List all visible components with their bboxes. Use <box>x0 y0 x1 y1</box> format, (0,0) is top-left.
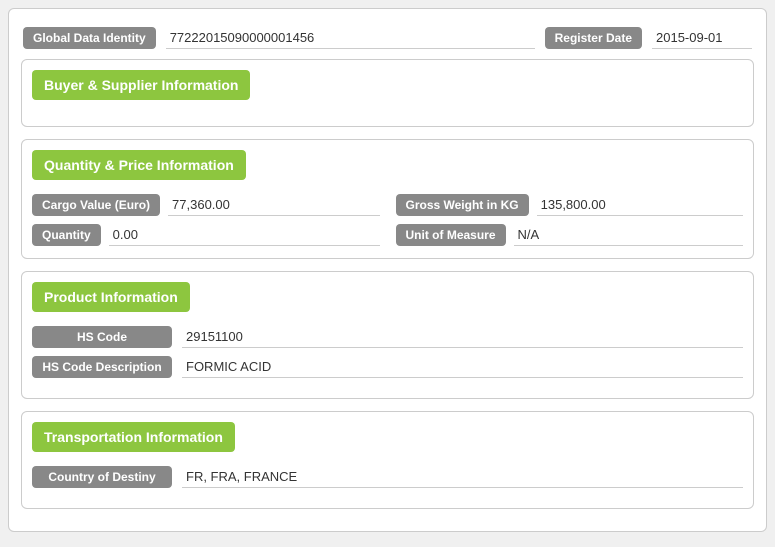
hs-desc-label: HS Code Description <box>32 356 172 378</box>
quantity-pair: Quantity 0.00 <box>32 224 380 246</box>
hs-code-label: HS Code <box>32 326 172 348</box>
quantity-price-header: Quantity & Price Information <box>32 150 246 180</box>
transportation-header: Transportation Information <box>32 422 235 452</box>
cargo-value-label: Cargo Value (Euro) <box>32 194 160 216</box>
gross-weight-label: Gross Weight in KG <box>396 194 529 216</box>
product-header: Product Information <box>32 282 190 312</box>
quantity-price-row2: Quantity 0.00 Unit of Measure N/A <box>32 224 743 246</box>
gdi-label: Global Data Identity <box>23 27 156 49</box>
buyer-supplier-body <box>22 110 753 126</box>
quantity-label: Quantity <box>32 224 101 246</box>
quantity-price-row1: Cargo Value (Euro) 77,360.00 Gross Weigh… <box>32 194 743 216</box>
buyer-supplier-header: Buyer & Supplier Information <box>32 70 250 100</box>
hs-code-row: HS Code 29151100 <box>32 326 743 348</box>
unit-measure-label: Unit of Measure <box>396 224 506 246</box>
hs-desc-value: FORMIC ACID <box>182 356 743 378</box>
cargo-value-pair: Cargo Value (Euro) 77,360.00 <box>32 194 380 216</box>
unit-measure-pair: Unit of Measure N/A <box>396 224 744 246</box>
cargo-value-value: 77,360.00 <box>168 194 379 216</box>
quantity-price-body: Cargo Value (Euro) 77,360.00 Gross Weigh… <box>22 190 753 258</box>
transportation-body: Country of Destiny FR, FRA, FRANCE <box>22 462 753 508</box>
main-container: Global Data Identity 7722201509000000145… <box>8 8 767 532</box>
register-date-label: Register Date <box>545 27 642 49</box>
transportation-section: Transportation Information Country of De… <box>21 411 754 509</box>
unit-measure-value: N/A <box>514 224 743 246</box>
hs-desc-row: HS Code Description FORMIC ACID <box>32 356 743 378</box>
product-body: HS Code 29151100 HS Code Description FOR… <box>22 322 753 398</box>
register-date-value: 2015-09-01 <box>652 27 752 49</box>
gdi-value: 77222015090000001456 <box>166 27 535 49</box>
quantity-value: 0.00 <box>109 224 380 246</box>
quantity-price-section: Quantity & Price Information Cargo Value… <box>21 139 754 259</box>
country-destiny-value: FR, FRA, FRANCE <box>182 466 743 488</box>
gross-weight-value: 135,800.00 <box>537 194 743 216</box>
buyer-supplier-section: Buyer & Supplier Information <box>21 59 754 127</box>
hs-code-value: 29151100 <box>182 326 743 348</box>
gross-weight-pair: Gross Weight in KG 135,800.00 <box>396 194 744 216</box>
country-destiny-row: Country of Destiny FR, FRA, FRANCE <box>32 466 743 488</box>
country-destiny-label: Country of Destiny <box>32 466 172 488</box>
global-data-row: Global Data Identity 7722201509000000145… <box>21 19 754 59</box>
product-section: Product Information HS Code 29151100 HS … <box>21 271 754 399</box>
